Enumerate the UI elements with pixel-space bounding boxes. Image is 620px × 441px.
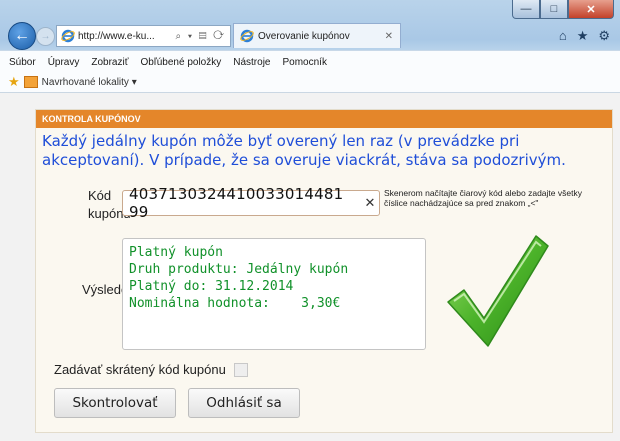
back-button[interactable]: ←	[8, 22, 36, 50]
menu-item-nastroje[interactable]: Nástroje	[233, 57, 270, 68]
menu-item-pomocnik[interactable]: Pomocník	[282, 57, 326, 68]
maximize-button[interactable]: □	[540, 0, 568, 19]
notice-text: Každý jedálny kupón môže byť overený len…	[42, 132, 566, 169]
navigation-bar: ← → http://www.e-ku... ⌕ ▾ ▤ ⟳ Overovani…	[0, 20, 620, 50]
result-line: Druh produktu: Jedálny kupón	[129, 262, 349, 277]
scan-hint: Skenerom načítajte čiarový kód alebo zad…	[384, 188, 582, 208]
menu-item-zobrazit[interactable]: Zobraziť	[91, 57, 128, 68]
tab-overovanie-kuponov[interactable]: Overovanie kupónov ✕	[233, 23, 401, 48]
address-tools-icons[interactable]: ⌕ ▾ ▤ ⟳	[176, 31, 226, 42]
address-url[interactable]: http://www.e-ku...	[78, 31, 176, 42]
suggested-sites-icon	[23, 76, 38, 88]
forward-button[interactable]: →	[36, 27, 55, 46]
short-code-checkbox[interactable]	[233, 362, 248, 377]
add-favorite-star-icon[interactable]: ★	[8, 74, 20, 90]
clear-input-icon[interactable]: ✕	[361, 195, 379, 211]
address-bar[interactable]: http://www.e-ku... ⌕ ▾ ▤ ⟳	[56, 25, 231, 47]
ie-logo-icon	[240, 29, 254, 43]
panel-title: KONTROLA KUPÓNOV	[36, 110, 612, 128]
result-box: Platný kupón Druh produktu: Jedálny kupó…	[122, 238, 426, 350]
tab-close-icon[interactable]: ✕	[385, 31, 393, 42]
window-controls: — □ ✕	[512, 0, 614, 20]
suggested-sites-link[interactable]: Navrhované lokality ▾	[42, 77, 137, 88]
coupon-code-input[interactable]: 4037130324410033014481​99 ✕	[122, 185, 380, 221]
home-icon[interactable]: ⌂	[559, 28, 567, 44]
menu-bar: Súbor Úpravy Zobraziť Obľúbené položky N…	[0, 50, 620, 73]
coupon-code-value[interactable]: 4037130324410033014481​99	[123, 185, 361, 221]
logout-button[interactable]: Odhlásiť sa	[188, 388, 300, 418]
menu-item-upravy[interactable]: Úpravy	[48, 57, 80, 68]
ie-logo-icon	[61, 29, 75, 43]
short-code-label: Zadávať skrátený kód kupónu	[54, 362, 226, 377]
favorites-bar: ★ Navrhované lokality ▾	[0, 72, 620, 93]
coupon-check-panel: KONTROLA KUPÓNOV Každý jedálny kupón môž…	[35, 109, 613, 433]
favorites-star-icon[interactable]: ★	[577, 28, 589, 44]
valid-checkmark-icon	[447, 235, 549, 347]
minimize-button[interactable]: —	[512, 0, 540, 19]
close-button[interactable]: ✕	[568, 0, 614, 19]
result-line: Platný kupón	[129, 245, 223, 260]
back-arrow-icon: ←	[14, 27, 30, 44]
browser-window: — □ ✕ ← → http://www.e-ku... ⌕ ▾ ▤ ⟳ Ove…	[0, 0, 620, 441]
result-line: Platný do: 31.12.2014	[129, 279, 294, 294]
menu-item-oblubene[interactable]: Obľúbené položky	[140, 57, 221, 68]
check-button[interactable]: Skontrolovať	[54, 388, 176, 418]
settings-gear-icon[interactable]: ⚙	[598, 28, 610, 44]
forward-arrow-icon: →	[40, 31, 51, 42]
result-line: Nominálna hodnota: 3,30€	[129, 296, 341, 311]
page-content: KONTROLA KUPÓNOV Každý jedálny kupón môž…	[0, 93, 620, 441]
short-code-row: Zadávať skrátený kód kupónu	[54, 362, 248, 377]
menu-item-subor[interactable]: Súbor	[9, 57, 36, 68]
tab-title: Overovanie kupónov	[258, 30, 350, 42]
toolbar-icons: ⌂ ★ ⚙	[559, 28, 610, 44]
